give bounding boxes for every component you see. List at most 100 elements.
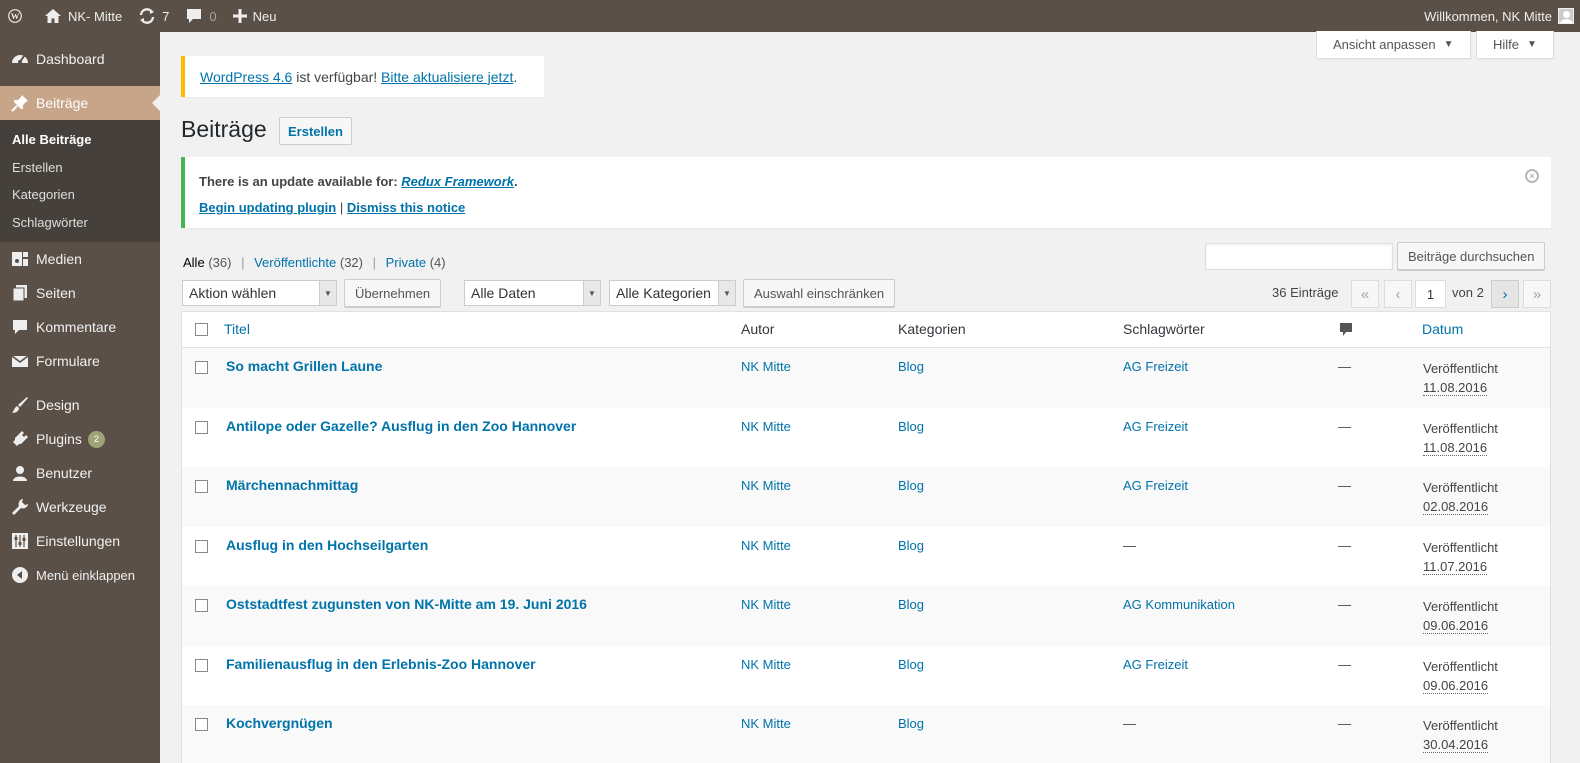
submenu-tags[interactable]: Schlagwörter xyxy=(0,209,160,237)
current-page-input[interactable]: 1 xyxy=(1415,280,1446,308)
menu-dashboard[interactable]: Dashboard xyxy=(0,42,160,76)
menu-design[interactable]: Design xyxy=(0,388,160,422)
screen-options-button[interactable]: Ansicht anpassen ▼ xyxy=(1316,31,1471,59)
row-checkbox[interactable] xyxy=(195,420,208,434)
wrench-icon xyxy=(10,497,30,517)
menu-pages[interactable]: Seiten xyxy=(0,276,160,310)
comments-link[interactable]: 0 xyxy=(177,0,224,32)
post-category-link[interactable]: Blog xyxy=(898,538,924,553)
post-category-link[interactable]: Blog xyxy=(898,716,924,731)
post-tags[interactable]: AG Kommunikation xyxy=(1123,597,1235,612)
update-now-link[interactable]: Bitte aktualisiere jetzt xyxy=(381,69,513,85)
dismiss-notice-link[interactable]: Dismiss this notice xyxy=(347,200,465,215)
post-category-link[interactable]: Blog xyxy=(898,359,924,374)
menu-comments[interactable]: Kommentare xyxy=(0,310,160,344)
post-tags[interactable]: AG Freizeit xyxy=(1123,478,1188,493)
menu-media[interactable]: Medien xyxy=(0,242,160,276)
filter-private-link[interactable]: Private xyxy=(386,255,426,270)
post-title-link[interactable]: Ausflug in den Hochseilgarten xyxy=(226,537,428,553)
row-checkbox[interactable] xyxy=(195,718,208,731)
plugin-name-link[interactable]: Redux Framework xyxy=(401,174,514,189)
post-category-link[interactable]: Blog xyxy=(898,478,924,493)
post-author-link[interactable]: NK Mitte xyxy=(741,478,791,493)
post-tags[interactable]: AG Freizeit xyxy=(1123,419,1188,434)
submenu-all-posts[interactable]: Alle Beiträge xyxy=(0,126,160,154)
post-author-link[interactable]: NK Mitte xyxy=(741,716,791,731)
collapse-menu-button[interactable]: Menü einklappen xyxy=(0,558,160,592)
post-category-link[interactable]: Blog xyxy=(898,657,924,672)
post-tags[interactable]: AG Freizeit xyxy=(1123,359,1188,374)
menu-posts-label: Beiträge xyxy=(36,95,89,111)
post-author-link[interactable]: NK Mitte xyxy=(741,597,791,612)
begin-updating-plugin-link[interactable]: Begin updating plugin xyxy=(199,200,336,215)
post-title-link[interactable]: Märchennachmittag xyxy=(226,477,358,493)
post-tags[interactable]: — xyxy=(1123,538,1136,553)
submenu-categories[interactable]: Kategorien xyxy=(0,181,160,209)
apply-bulk-action-button[interactable]: Übernehmen xyxy=(344,279,442,307)
post-author-link[interactable]: NK Mitte xyxy=(741,657,791,672)
date-filter-value: Alle Daten xyxy=(471,285,536,301)
updates-link[interactable]: 7 xyxy=(130,0,177,32)
category-filter-select[interactable]: Alle Kategorien ▼ xyxy=(609,280,736,306)
row-checkbox[interactable] xyxy=(195,361,208,374)
row-checkbox[interactable] xyxy=(195,480,208,493)
post-status: Veröffentlicht xyxy=(1423,539,1498,555)
pushpin-icon xyxy=(10,93,30,113)
help-button[interactable]: Hilfe ▼ xyxy=(1476,31,1554,59)
post-status: Veröffentlicht xyxy=(1423,420,1498,436)
row-checkbox[interactable] xyxy=(195,539,208,553)
plus-icon xyxy=(232,9,247,23)
menu-users[interactable]: Benutzer xyxy=(0,456,160,490)
post-title-link[interactable]: Oststadtfest zugunsten von NK-Mitte am 1… xyxy=(226,596,587,612)
post-title-link[interactable]: Kochvergnügen xyxy=(226,715,333,731)
post-tags[interactable]: AG Freizeit xyxy=(1123,657,1188,672)
site-name-link[interactable]: NK- Mitte xyxy=(36,0,130,32)
wordpress-logo-icon[interactable]: W xyxy=(0,0,36,32)
post-comments-count: — xyxy=(1338,478,1351,493)
submenu-add-new[interactable]: Erstellen xyxy=(0,154,160,182)
menu-posts[interactable]: Beiträge xyxy=(0,86,160,120)
table-row: Ausflug in den Hochseilgarten NK Mitte B… xyxy=(182,527,1550,587)
bulk-action-select[interactable]: Aktion wählen ▼ xyxy=(182,280,337,306)
post-title-link[interactable]: So macht Grillen Laune xyxy=(226,358,382,374)
sort-by-title-link[interactable]: Titel xyxy=(224,321,250,337)
my-account-link[interactable]: Willkommen, NK Mitte xyxy=(1416,0,1580,32)
post-category-link[interactable]: Blog xyxy=(898,419,924,434)
post-author-link[interactable]: NK Mitte xyxy=(741,359,791,374)
post-date: 11.08.2016 xyxy=(1423,439,1488,456)
row-checkbox[interactable] xyxy=(195,599,208,612)
sort-by-date-link[interactable]: Datum xyxy=(1422,321,1463,337)
comments-column-icon[interactable] xyxy=(1339,322,1353,341)
menu-tools[interactable]: Werkzeuge xyxy=(0,490,160,524)
post-title-link[interactable]: Familienausflug in den Erlebnis-Zoo Hann… xyxy=(226,656,536,672)
row-checkbox[interactable] xyxy=(195,658,208,672)
menu-forms[interactable]: Formulare xyxy=(0,344,160,378)
date-filter-select[interactable]: Alle Daten ▼ xyxy=(464,280,601,306)
menu-users-label: Benutzer xyxy=(36,465,93,481)
filter-button[interactable]: Auswahl einschränken xyxy=(743,279,896,307)
previous-page-button[interactable]: ‹ xyxy=(1384,280,1412,308)
home-icon xyxy=(45,9,61,23)
post-author-link[interactable]: NK Mitte xyxy=(741,538,791,553)
filter-all-link[interactable]: Alle xyxy=(183,255,205,270)
search-posts-button[interactable]: Beiträge durchsuchen xyxy=(1397,242,1546,270)
post-category-link[interactable]: Blog xyxy=(898,597,924,612)
last-page-button[interactable]: » xyxy=(1523,280,1551,308)
post-title-link[interactable]: Antilope oder Gazelle? Ausflug in den Zo… xyxy=(226,418,576,434)
dismiss-notice-icon[interactable]: × xyxy=(1525,169,1539,183)
filter-published-count: (32) xyxy=(339,255,363,270)
filter-published-link[interactable]: Veröffentlichte xyxy=(254,255,336,270)
post-tags[interactable]: — xyxy=(1123,716,1136,731)
menu-settings[interactable]: Einstellungen xyxy=(0,524,160,558)
search-posts-input[interactable] xyxy=(1205,243,1393,270)
add-new-post-button[interactable]: Erstellen xyxy=(279,117,352,145)
first-page-button[interactable]: « xyxy=(1351,280,1379,308)
select-all-checkbox[interactable] xyxy=(195,323,208,336)
post-author-link[interactable]: NK Mitte xyxy=(741,419,791,434)
wordpress-version-link[interactable]: WordPress 4.6 xyxy=(200,69,292,85)
plugin-notice-line: There is an update available for: Redux … xyxy=(199,174,1551,200)
dropdown-arrow-icon: ▼ xyxy=(718,281,735,305)
menu-plugins[interactable]: Plugins 2 xyxy=(0,422,160,456)
new-content-link[interactable]: Neu xyxy=(225,0,285,32)
next-page-button[interactable]: › xyxy=(1491,280,1519,308)
